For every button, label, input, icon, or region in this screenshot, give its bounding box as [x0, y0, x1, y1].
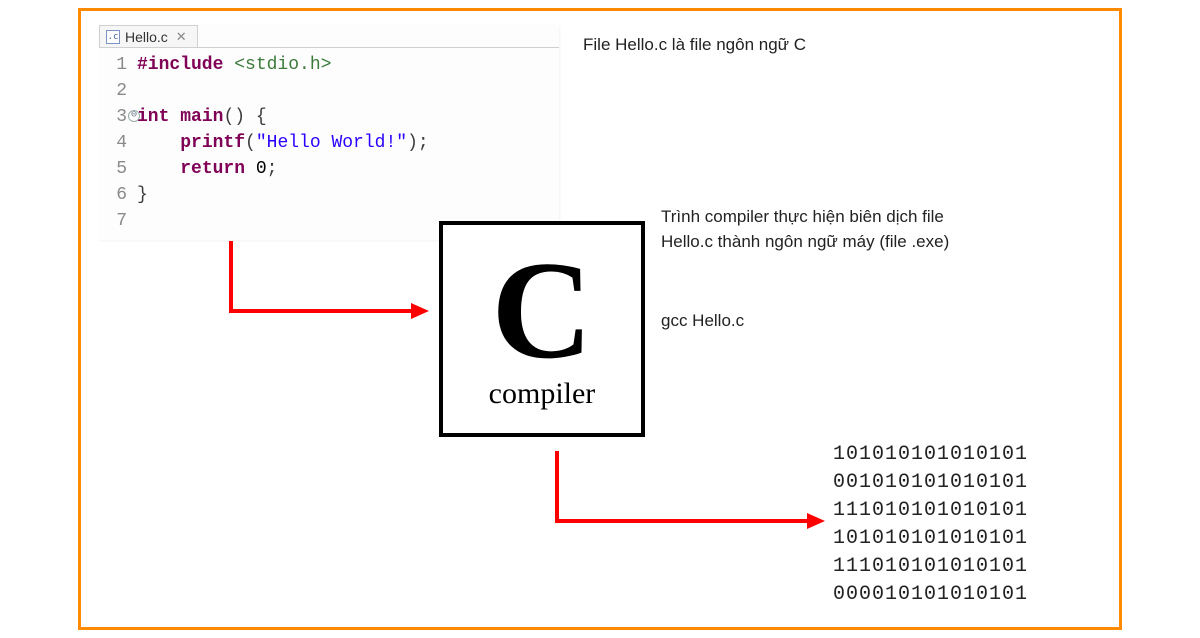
binary-line: 111010101010101: [833, 553, 1028, 581]
compiler-letter-icon: C: [491, 241, 592, 381]
line-number: 2: [99, 78, 137, 104]
binary-line: 000010101010101: [833, 581, 1028, 609]
editor-body: 1#include <stdio.h>23⊖int main() {4 prin…: [99, 47, 559, 240]
line-number: 7: [99, 208, 137, 234]
code-line: 4 printf("Hello World!");: [99, 130, 559, 156]
code-line: 5 return 0;: [99, 156, 559, 182]
diagram-frame: .c Hello.c ✕ 1#include <stdio.h>23⊖int m…: [78, 8, 1122, 630]
arrow-source-to-compiler: [211, 231, 441, 341]
code-line: 2: [99, 78, 559, 104]
code-content: }: [137, 182, 148, 208]
close-icon[interactable]: ✕: [176, 29, 187, 45]
binary-output: 1010101010101010010101010101011110101010…: [833, 441, 1028, 609]
c-file-icon: .c: [106, 30, 120, 44]
line-number: 1: [99, 52, 137, 78]
arrow-compiler-to-binary: [537, 441, 837, 561]
code-line: 6}: [99, 182, 559, 208]
binary-line: 101010101010101: [833, 441, 1028, 469]
code-content: #include <stdio.h>: [137, 52, 331, 78]
editor-tab[interactable]: .c Hello.c ✕: [99, 25, 198, 47]
line-number: 4: [99, 130, 137, 156]
code-content: printf("Hello World!");: [137, 130, 429, 156]
code-editor: .c Hello.c ✕ 1#include <stdio.h>23⊖int m…: [99, 25, 559, 240]
annotation-source-file: File Hello.c là file ngôn ngữ C: [583, 33, 806, 58]
fold-marker-icon[interactable]: ⊖: [128, 110, 140, 122]
code-content: return 0;: [137, 156, 277, 182]
code-line: 3⊖int main() {: [99, 104, 559, 130]
code-content: int main() {: [137, 104, 267, 130]
code-line: 1#include <stdio.h>: [99, 52, 559, 78]
tab-filename: Hello.c: [125, 29, 168, 45]
line-number: 5: [99, 156, 137, 182]
line-number: 3⊖: [99, 104, 137, 130]
annotation-gcc-command: gcc Hello.c: [661, 309, 744, 334]
annotation-compiler-desc: Trình compiler thực hiện biên dịch file …: [661, 205, 961, 254]
binary-line: 101010101010101: [833, 525, 1028, 553]
binary-line: 001010101010101: [833, 469, 1028, 497]
compiler-label: compiler: [489, 377, 596, 411]
line-number: 6: [99, 182, 137, 208]
binary-line: 111010101010101: [833, 497, 1028, 525]
compiler-box: C compiler: [439, 221, 645, 437]
